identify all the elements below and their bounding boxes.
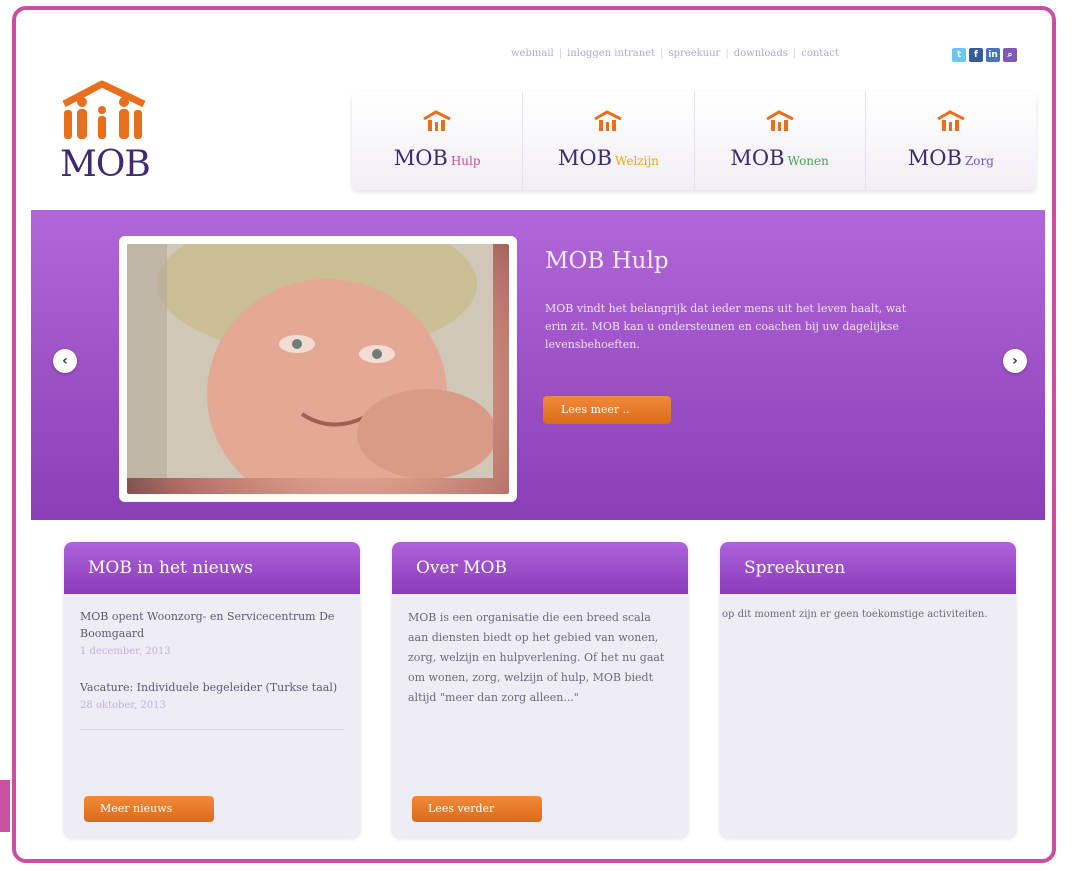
family-logo-icon [594,110,623,131]
logo[interactable]: MOB [56,80,166,190]
hero-image [127,244,509,494]
read-more-button[interactable]: Lees meer .. [543,396,671,424]
nav-item-welzijn[interactable]: MOB Welzijn [523,92,695,190]
nav-item-zorg[interactable]: MOB Zorg [866,92,1036,190]
about-box-text: MOB is een organisatie die een breed sca… [408,611,665,704]
nav-item-wonen[interactable]: MOB Wonen [695,92,866,190]
news-item-date: 1 december, 2013 [80,646,171,657]
news-item-title[interactable]: MOB opent Woonzorg- en Servicecentrum De… [80,608,344,642]
twitter-icon[interactable]: t [952,48,966,62]
news-item-date: 28 oktober, 2013 [80,700,166,711]
facebook-icon[interactable]: f [969,48,983,62]
top-link-spreekuur[interactable]: spreekuur [663,48,725,59]
slider-next-button[interactable]: › [1003,349,1027,373]
slider-prev-button[interactable]: ‹ [53,349,77,373]
hours-box-text: op dit moment zijn er geen toekomstige a… [722,609,988,620]
page-frame: webmail | inloggen intranet | spreekuur | d… [12,6,1056,863]
hero-photo [119,236,517,502]
nav-item-label: MOB [730,146,785,170]
family-logo-icon [423,110,451,131]
nav-item-sub: Zorg [964,154,994,168]
nav-item-hulp[interactable]: MOB Hulp [352,92,524,190]
top-link-webmail[interactable]: webmail [506,48,559,59]
hours-box: Spreekuren op dit moment zijn er geen to… [720,542,1016,838]
hours-box-title: Spreekuren [720,542,1016,594]
family-logo-icon [937,110,965,131]
linkedin-icon[interactable]: in [986,48,1000,62]
news-item-title[interactable]: Vacature: Individuele begeleider (Turkse… [80,679,344,696]
read-further-button[interactable]: Lees verder [412,796,542,822]
top-link-contact[interactable]: contact [796,48,844,59]
top-link-intranet[interactable]: inloggen intranet [562,48,660,59]
hero-description: MOB vindt het belangrijk dat ieder mens … [545,302,907,351]
nav-item-sub: Wonen [787,154,829,168]
news-box-title: MOB in het nieuws [64,542,360,594]
about-box-title: Over MOB [392,542,688,594]
news-box: MOB in het nieuws MOB opent Woonzorg- en… [64,542,360,838]
family-logo-icon [765,110,794,131]
news-item[interactable]: Vacature: Individuele begeleider (Turkse… [80,679,344,715]
family-logo-icon [62,80,146,139]
social-icons: t f in ⌕ [952,48,1017,62]
logo-text: MOB [60,144,151,185]
nav-item-label: MOB [907,146,962,170]
divider [80,729,344,730]
nav-item-sub: Hulp [450,154,481,168]
top-link-downloads[interactable]: downloads [729,48,793,59]
nav-item-label: MOB [393,146,448,170]
news-item[interactable]: MOB opent Woonzorg- en Servicecentrum De… [80,608,344,661]
search-icon[interactable]: ⌕ [1003,48,1017,62]
about-box: Over MOB MOB is een organisatie die een … [392,542,688,838]
nav-item-sub: Welzijn [615,154,659,168]
nav-item-label: MOB [557,146,612,170]
main-nav: MOB Hulp MOB Welzijn MOB Wonen MOB Zorg [352,92,1036,190]
elderly-woman-photo [127,244,497,494]
top-links: webmail | inloggen intranet | spreekuur | d… [506,48,844,59]
hero-title: MOB Hulp [545,248,669,274]
hero-slider: ‹ MOB Hulp MOB vindt het belangrijk dat [31,210,1045,520]
side-tab [0,780,10,832]
more-news-button[interactable]: Meer nieuws [84,796,214,822]
